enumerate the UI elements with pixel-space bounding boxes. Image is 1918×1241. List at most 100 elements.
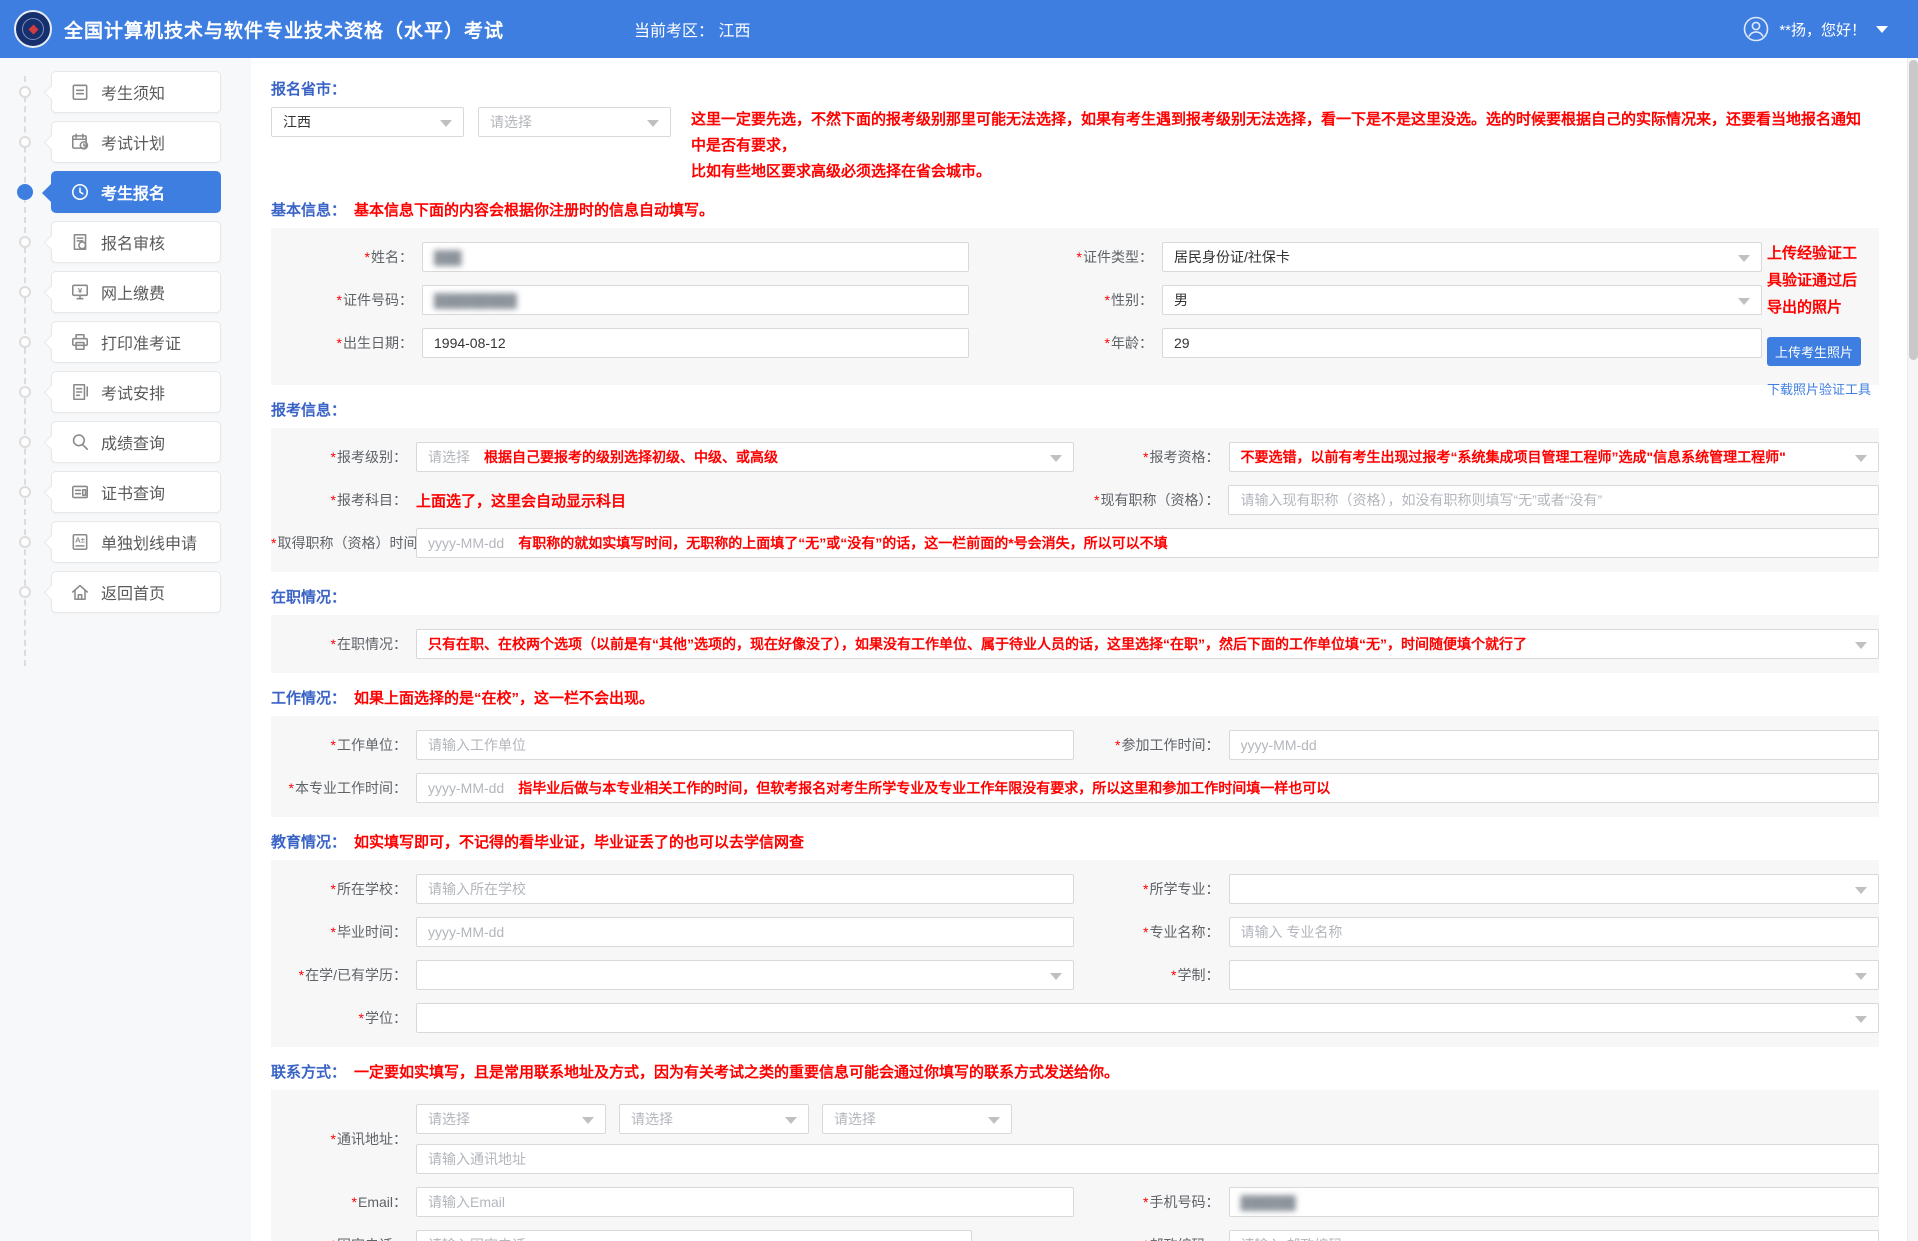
title-time-hint: 有职称的就如实填写时间，无职称的上面填了“无”或“没有”的话，这一栏前面的*号会… [518,533,1167,553]
qualification-select[interactable]: 不要选错，以前有考生出现过报考“系统集成项目管理工程师”选成"信息系统管理工程师… [1229,442,1880,472]
employment-status-select[interactable]: 只有在职、在校两个选项（以前是有“其他”选项的，现在好像没了），如果没有工作单位… [416,629,1879,659]
user-greeting: **扬，您好！ [1779,19,1866,40]
certificate-icon [70,482,90,502]
work-start-input[interactable] [1229,730,1880,760]
address-province-select[interactable]: 请选择 [416,1104,606,1134]
address-detail-input[interactable] [416,1144,1879,1174]
age-label: *年龄： [969,333,1162,353]
notice-icon [70,82,90,102]
svg-text:A±: A± [75,536,86,545]
gender-select[interactable]: 男 [1162,285,1762,315]
avatar-icon [1743,16,1769,42]
pay-monitor-icon: ¥ [70,282,90,302]
qualification-label: *报考资格： [1074,447,1229,467]
current-title-input[interactable] [1228,485,1879,515]
chevron-down-icon [1738,298,1750,305]
sidebar-item-registration[interactable]: 考生报名 [51,171,221,213]
sidebar-item-exam-plan[interactable]: 考试计划 [51,121,221,163]
school-label: *所在学校： [271,879,416,899]
basic-section-title: 基本信息： [271,199,346,220]
degree-select[interactable] [416,1003,1879,1033]
grad-time-input[interactable] [416,917,1074,947]
user-menu-caret-icon [1876,26,1888,33]
search-icon [70,432,90,452]
work-panel: *工作单位： *参加工作时间： *本专业工作时间： yyyy-MM-dd 指毕业… [271,716,1879,817]
city-select[interactable]: 请选择 [478,107,671,137]
sidebar-item-review[interactable]: 报名审核 [51,221,221,263]
level-select[interactable]: 请选择 根据自己要报考的级别选择初级、中级、或高级 [416,442,1074,472]
province-hint: 这里一定要先选，不然下面的报考级别那里可能无法选择，如果有考生遇到报考级别无法选… [691,107,1871,185]
sidebar-item-score-query[interactable]: 成绩查询 [51,421,221,463]
mobile-field[interactable]: ██████ [1229,1187,1880,1217]
school-system-label: *学制： [1074,965,1229,985]
grad-time-label: *毕业时间： [271,922,416,942]
sidebar-item-payment[interactable]: ¥ 网上缴费 [51,271,221,313]
subject-hint: 上面选了，这里会自动显示科目 [416,490,626,511]
timeline-dot [19,436,31,448]
work-start-label: *参加工作时间： [1074,735,1229,755]
chevron-down-icon [647,120,659,127]
basic-section-hint: 基本信息下面的内容会根据你注册时的信息自动填写。 [354,199,714,220]
address-city-select[interactable]: 请选择 [619,1104,809,1134]
clock-icon [70,182,90,202]
name-field[interactable]: ███ [422,242,969,272]
landline-input[interactable] [416,1230,972,1241]
main-content: 报名省市： 江西 请选择 这里一定要先选，不然下面的报考级别那里可能无法选择，如… [251,58,1908,1241]
sidebar-item-home[interactable]: 返回首页 [51,571,221,613]
age-field[interactable] [1162,328,1762,358]
studied-major-label: *所学专业： [1074,879,1229,899]
major-work-time-hint: 指毕业后做与本专业相关工作的时间，但软考报名对考生所学专业及专业工作年限没有要求… [518,778,1330,798]
contact-section-title: 联系方式： [271,1061,346,1082]
cert-no-field[interactable]: █████████ [422,285,969,315]
timeline-dot [19,486,31,498]
education-level-select[interactable] [416,960,1074,990]
upload-photo-button[interactable]: 上传考生照片 [1767,337,1861,366]
chevron-down-icon [988,1117,1000,1124]
studied-major-select[interactable] [1229,874,1880,904]
major-name-label: *专业名称： [1074,922,1229,942]
user-menu[interactable]: **扬，您好！ [1743,16,1888,42]
cert-type-select[interactable]: 居民身份证/社保卡 [1162,242,1762,272]
cert-type-label: *证件类型： [969,247,1162,267]
school-system-select[interactable] [1229,960,1880,990]
subject-value-area: 上面选了，这里会自动显示科目 [416,490,1073,511]
work-unit-input[interactable] [416,730,1074,760]
subject-label: *报考科目： [271,490,416,510]
download-photo-tool-link[interactable]: 下载照片验证工具 [1767,379,1873,398]
sidebar-item-print-ticket[interactable]: 打印准考证 [51,321,221,363]
current-region: 当前考区： 江西 [634,17,750,41]
chevron-down-icon [1050,973,1062,980]
scrollbar-thumb[interactable] [1909,60,1918,360]
chevron-down-icon [582,1117,594,1124]
birth-label: *出生日期： [271,333,422,353]
major-name-input[interactable] [1229,917,1880,947]
birth-field[interactable] [422,328,969,358]
photo-upload-area: 上传经验证工 具验证通过后 导出的照片 上传考生照片 下载照片验证工具 [1767,240,1873,398]
sidebar-item-exam-arrangement[interactable]: 考试安排 [51,371,221,413]
chevron-down-icon [1855,887,1867,894]
postcode-input[interactable] [1229,1230,1879,1241]
province-select[interactable]: 江西 [271,107,464,137]
sidebar-item-certificate-query[interactable]: 证书查询 [51,471,221,513]
work-unit-label: *工作单位： [271,735,416,755]
chevron-down-icon [1855,1016,1867,1023]
school-input[interactable] [416,874,1074,904]
gender-label: *性别： [969,290,1162,310]
chevron-down-icon [440,120,452,127]
email-input[interactable] [416,1187,1074,1217]
apply-panel: *报考级别： 请选择 根据自己要报考的级别选择初级、中级、或高级 *报考资格： … [271,428,1879,572]
address-district-select[interactable]: 请选择 [822,1104,1012,1134]
sidebar-item-separate-line-apply[interactable]: A± 单独划线申请 [51,521,221,563]
sidebar-item-notice[interactable]: 考生须知 [51,71,221,113]
cert-no-label: *证件号码： [271,290,422,310]
employment-status-label: *在职情况： [271,634,416,654]
title-time-input[interactable]: yyyy-MM-dd 有职称的就如实填写时间，无职称的上面填了“无”或“没有”的… [416,528,1879,558]
employment-status-hint: 只有在职、在校两个选项（以前是有“其他”选项的，现在好像没了），如果没有工作单位… [428,634,1527,654]
chevron-down-icon [1855,642,1867,649]
employment-section-title: 在职情况： [271,586,346,607]
major-work-time-input[interactable]: yyyy-MM-dd 指毕业后做与本专业相关工作的时间，但软考报名对考生所学专业… [416,773,1879,803]
calendar-clock-icon [70,132,90,152]
svg-text:¥: ¥ [78,286,83,295]
review-doc-icon [70,232,90,252]
chevron-down-icon [1050,455,1062,462]
